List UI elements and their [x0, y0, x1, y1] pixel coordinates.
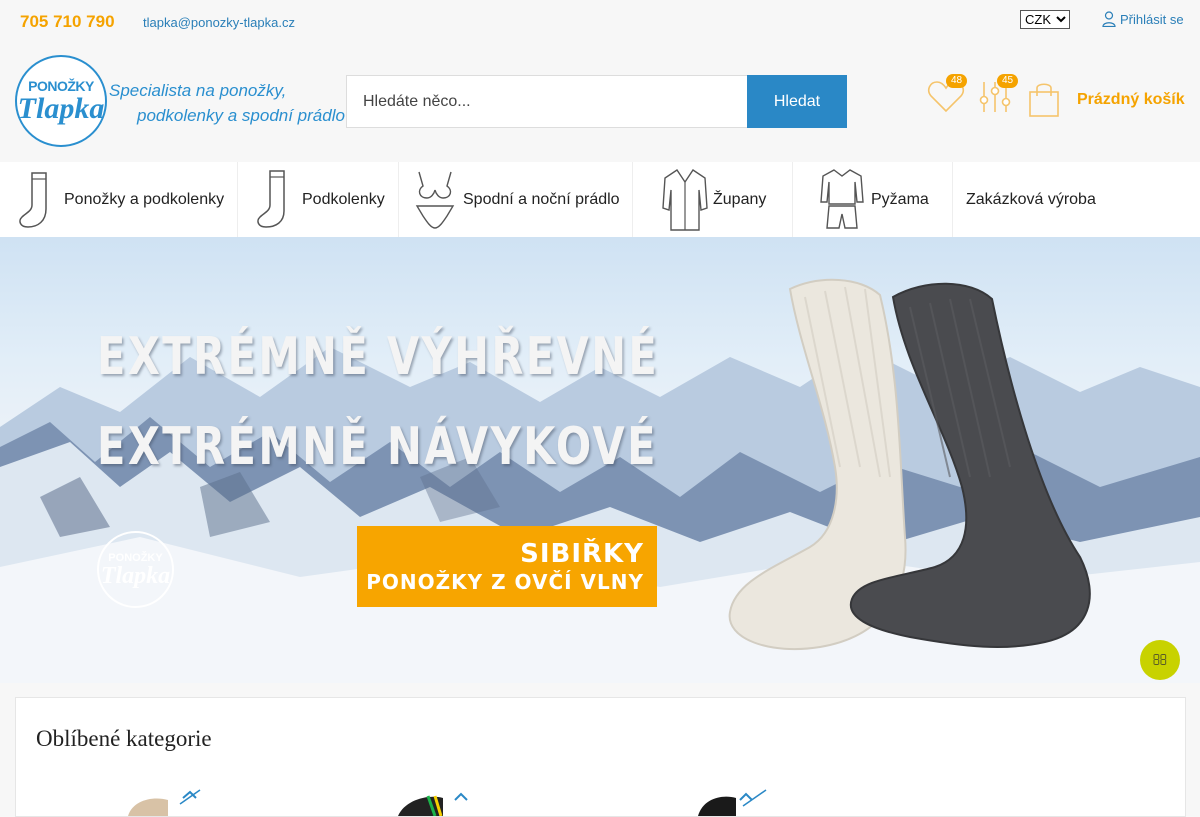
site-logo[interactable]: PONOŽKY Tlapka: [15, 55, 107, 147]
nav-item-label: Zakázková výroba: [966, 190, 1096, 208]
currency-select[interactable]: CZK: [1020, 10, 1070, 29]
logo-text-main: Tlapka: [17, 92, 105, 125]
category-thumbnail[interactable]: [373, 786, 523, 816]
favorite-categories: Oblíbené kategorie: [15, 697, 1186, 817]
scroll-button[interactable]: : [1140, 640, 1180, 680]
login-link[interactable]: Přihlásit se: [1102, 11, 1184, 27]
category-thumbnail[interactable]: [658, 786, 808, 816]
user-icon: [1102, 11, 1116, 27]
nav-item-pyzama[interactable]: Pyžama: [793, 162, 953, 237]
search-bar: Hledat: [346, 75, 847, 128]
slogan-line-1: Specialista na ponožky,: [109, 81, 287, 100]
shopping-bag-icon: [1029, 83, 1059, 117]
site-slogan: Specialista na ponožky, podkolenky a spo…: [109, 78, 345, 128]
cart-button[interactable]: [1028, 80, 1062, 118]
nav-item-label: Župany: [713, 190, 767, 208]
email-link[interactable]: tlapka@ponozky-tlapka.cz: [143, 15, 295, 30]
nav-item-label: Ponožky a podkolenky: [64, 190, 225, 208]
pajamas-icon: [820, 168, 864, 229]
knee-sock-icon: [257, 169, 285, 228]
nav-item-podkolenky[interactable]: Podkolenky: [238, 162, 399, 237]
banner-logo: PONOŽKY Tlapka: [97, 531, 174, 608]
banner-cta[interactable]: SIBIŘKY PONOŽKY Z OVČÍ VLNY: [357, 526, 657, 607]
wishlist-button[interactable]: 48: [927, 74, 968, 116]
banner-headline-2: EXTRÉMNĚ NÁVYKOVÉ: [97, 417, 658, 477]
banner-headline-1: EXTRÉMNĚ VÝHŘEVNÉ: [97, 327, 660, 387]
category-image: [88, 786, 238, 816]
phone-number[interactable]: 705 710 790: [20, 12, 115, 32]
section-title: Oblíbené kategorie: [36, 726, 212, 751]
nav-item-zakazkova-vyroba[interactable]: Zakázková výroba: [953, 162, 1200, 237]
search-input[interactable]: [346, 75, 747, 128]
lingerie-icon: [415, 171, 455, 229]
banner-logo-main: Tlapka: [100, 562, 171, 589]
banner-cta-title: SIBIŘKY: [520, 539, 644, 569]
nav-item-spodni-a-nocni-pradlo[interactable]: Spodní a noční prádlo: [399, 162, 633, 237]
sock-icon: [19, 171, 47, 228]
main-navigation: Ponožky a podkolenky Podkolenky Spodní a…: [0, 162, 1200, 237]
hero-banner[interactable]: EXTRÉMNĚ VÝHŘEVNÉ EXTRÉMNĚ NÁVYKOVÉ PONO…: [0, 237, 1200, 683]
bathrobe-icon: [662, 168, 708, 231]
banner-cta-subtitle: PONOŽKY Z OVČÍ VLNY: [366, 570, 644, 594]
nav-item-label: Pyžama: [871, 190, 929, 208]
nav-item-zupany[interactable]: Župany: [633, 162, 793, 237]
slogan-line-2: podkolenky a spodní prádlo: [137, 106, 345, 125]
nav-item-label: Spodní a noční prádlo: [463, 190, 620, 208]
category-image: [373, 786, 523, 816]
category-thumbnail[interactable]: [88, 786, 238, 816]
login-label: Přihlásit se: [1120, 11, 1184, 27]
search-button[interactable]: Hledat: [747, 75, 847, 128]
nav-item-ponozky-a-podkolenky[interactable]: Ponožky a podkolenky: [0, 162, 238, 237]
top-bar: 705 710 790 tlapka@ponozky-tlapka.cz CZK…: [0, 0, 1200, 44]
cart-label[interactable]: Prázdný košík: [1077, 91, 1185, 109]
nav-item-label: Podkolenky: [302, 190, 385, 208]
banner-logo-top: PONOŽKY: [108, 551, 163, 564]
chevron-icon: : [1153, 651, 1168, 669]
compare-button[interactable]: 45: [978, 74, 1019, 116]
compare-count-badge: 45: [997, 74, 1019, 88]
wishlist-count-badge: 48: [946, 74, 968, 88]
category-image: [658, 786, 808, 816]
